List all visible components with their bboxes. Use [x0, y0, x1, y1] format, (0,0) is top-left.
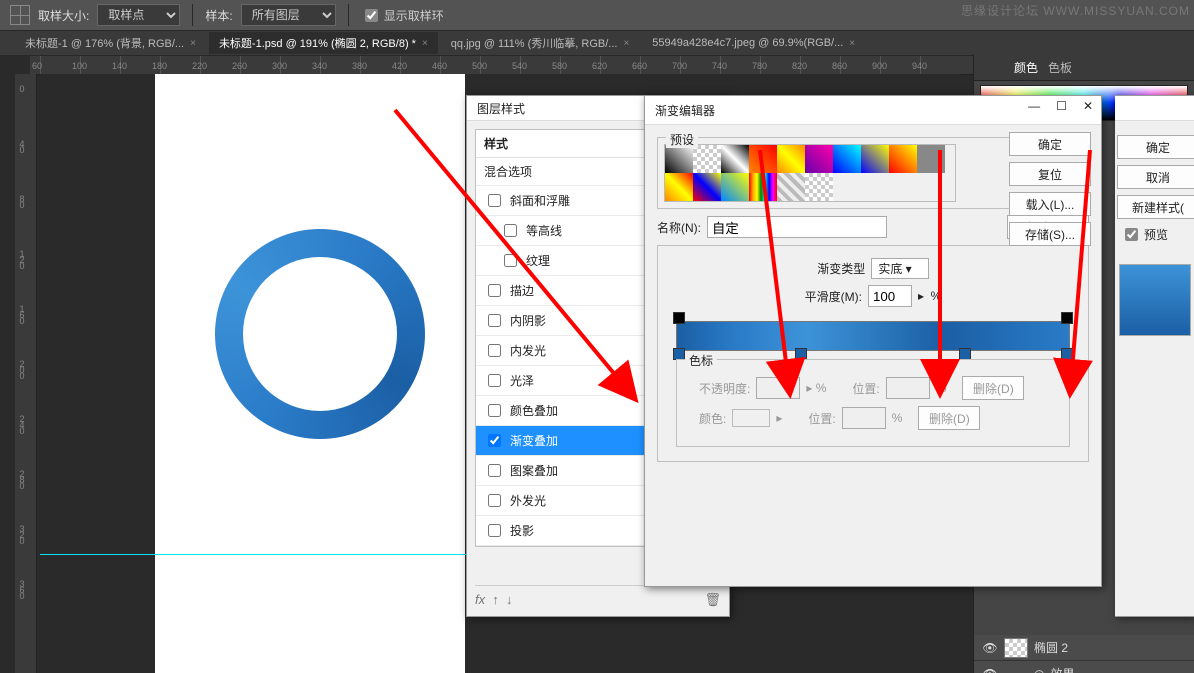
- maximize-icon[interactable]: ☐: [1056, 99, 1067, 113]
- color-swatch: [732, 409, 770, 427]
- tab-swatches[interactable]: 色板: [1048, 59, 1072, 76]
- minimize-icon[interactable]: —: [1028, 99, 1040, 113]
- tab-doc-1[interactable]: 未标题-1 @ 176% (背景, RGB/...×: [15, 32, 206, 54]
- layer-name: 椭圆 2: [1034, 639, 1068, 656]
- preset-swatches[interactable]: [664, 144, 956, 202]
- position-label: 位置:: [852, 380, 879, 397]
- gradient-type-select[interactable]: 实底 ▾: [871, 258, 928, 279]
- tab-doc-2[interactable]: 未标题-1.psd @ 191% (椭圆 2, RGB/8) *×: [209, 32, 438, 54]
- watermark: 思缘设计论坛 WWW.MISSYUAN.COM: [961, 2, 1190, 19]
- presets-label: 预设: [666, 131, 698, 148]
- preview-check[interactable]: 预览: [1121, 225, 1194, 244]
- tab-doc-4[interactable]: 55949a428e4c7.jpeg @ 69.9%(RGB/...×: [642, 34, 865, 52]
- gradient-type-label: 渐变类型: [817, 260, 865, 277]
- artboard: [155, 74, 465, 673]
- smoothness-input[interactable]: [868, 285, 912, 307]
- opacity-label: 不透明度:: [699, 380, 750, 397]
- ellipse-shape[interactable]: [215, 229, 425, 439]
- layer-effects-label: 效果: [1050, 665, 1074, 673]
- eye-icon[interactable]: 👁: [982, 667, 998, 673]
- position-input: [886, 377, 930, 399]
- sample-size-label: 取样大小:: [38, 7, 89, 24]
- tab-doc-3[interactable]: qq.jpg @ 111% (秀川临摹, RGB/...×: [441, 32, 640, 54]
- layer-thumb: [1004, 638, 1028, 658]
- sample-size-select[interactable]: 取样点: [97, 4, 180, 26]
- new-style-button[interactable]: 新建样式(: [1117, 195, 1194, 219]
- layer-style-buttons: 确定 取消 新建样式( 预览: [1115, 95, 1194, 617]
- eye-icon[interactable]: 👁: [982, 641, 998, 655]
- gradient-editor-buttons: 确定 复位 载入(L)... 存储(S)...: [1009, 132, 1091, 252]
- close-icon[interactable]: ×: [190, 38, 196, 49]
- sample-select[interactable]: 所有图层: [241, 4, 336, 26]
- delete-button: 删除(D): [918, 406, 980, 430]
- close-icon[interactable]: ×: [849, 38, 855, 49]
- save-button[interactable]: 存储(S)...: [1009, 222, 1091, 246]
- gradient-bar[interactable]: [676, 321, 1070, 351]
- dialog-footer: fx ↑ ↓ 🗑: [475, 585, 721, 608]
- name-input[interactable]: [707, 216, 887, 238]
- trash-icon[interactable]: 🗑: [704, 592, 721, 608]
- layer-row-effects[interactable]: 👁 ◎ 效果: [974, 661, 1194, 673]
- layer-row-ellipse[interactable]: 👁 椭圆 2: [974, 635, 1194, 661]
- load-button[interactable]: 载入(L)...: [1009, 192, 1091, 216]
- delete-button: 删除(D): [962, 376, 1024, 400]
- opacity-input: [756, 377, 800, 399]
- stops-group: 色标 不透明度: ▸ % 位置: % 删除(D) 颜色: ▸ 位置: % 删除(…: [676, 359, 1070, 447]
- ok-button[interactable]: 确定: [1009, 132, 1091, 156]
- smoothness-label: 平滑度(M):: [805, 288, 862, 305]
- color-label: 颜色:: [699, 410, 726, 427]
- eyedropper-tool-icon[interactable]: [10, 5, 30, 25]
- sample-label: 样本:: [205, 7, 232, 24]
- ok-button[interactable]: 确定: [1117, 135, 1194, 159]
- fx-icon[interactable]: fx ↑ ↓: [475, 592, 513, 608]
- show-sample-ring-check[interactable]: 显示取样环: [361, 6, 444, 25]
- name-label: 名称(N):: [657, 219, 701, 236]
- gradient-editor-title: 渐变编辑器 — ☐ ✕: [645, 96, 1101, 125]
- close-icon[interactable]: ✕: [1083, 99, 1093, 113]
- close-icon[interactable]: ×: [422, 38, 428, 49]
- preview-swatch: [1119, 264, 1191, 336]
- opacity-stop[interactable]: [673, 312, 685, 324]
- opacity-stop[interactable]: [1061, 312, 1073, 324]
- tab-color[interactable]: 颜色: [1014, 59, 1038, 76]
- document-tabs: 未标题-1 @ 176% (背景, RGB/...× 未标题-1.psd @ 1…: [0, 31, 1194, 56]
- ruler-vertical: 04080120160200240280320360: [15, 74, 37, 673]
- gradient-editor-dialog: 渐变编辑器 — ☐ ✕ 预设 ⚙. 确定: [644, 95, 1102, 587]
- reset-button[interactable]: 复位: [1009, 162, 1091, 186]
- close-icon[interactable]: ×: [623, 38, 629, 49]
- cancel-button[interactable]: 取消: [1117, 165, 1194, 189]
